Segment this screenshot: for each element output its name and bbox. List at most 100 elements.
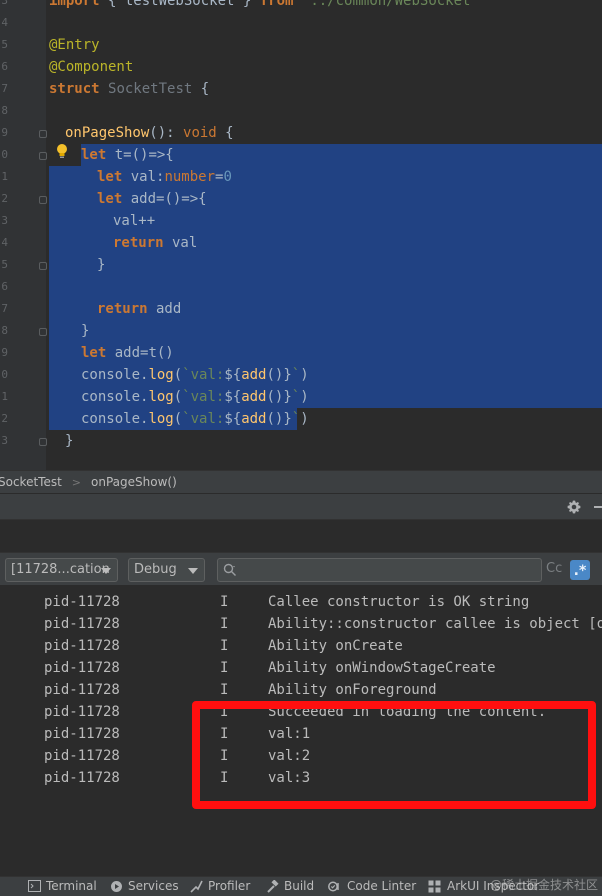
chevron-down-icon [188, 568, 198, 574]
log-row[interactable]: pid-11728 I Callee constructor is OK strin… [0, 591, 602, 613]
code-token: add=t() [106, 345, 174, 361]
line-number: 9 [1, 346, 8, 359]
code-line: return add [97, 298, 181, 320]
log-pid: pid-11728 [44, 726, 120, 742]
chevron-down-icon [101, 568, 111, 574]
log-level-dropdown[interactable]: Debug [128, 558, 205, 582]
annotation-highlight-box [192, 701, 596, 809]
profiler-tab[interactable]: Profiler [190, 879, 250, 893]
code-token: } [97, 257, 106, 273]
code-token: ` [291, 411, 301, 427]
match-case-toggle[interactable]: Cc [546, 561, 562, 576]
log-pid: pid-11728 [44, 616, 120, 632]
log-search-box[interactable] [217, 558, 542, 582]
log-pid: pid-11728 [44, 594, 120, 610]
code-token: ${ [224, 389, 242, 405]
terminal-tab[interactable]: Terminal [28, 879, 97, 893]
code-token: (): [149, 125, 184, 141]
log-row[interactable]: pid-11728 I Ability::constructor callee is… [0, 613, 602, 635]
log-message: Ability onWindowStageCreate [268, 660, 496, 676]
breadcrumb-method[interactable]: onPageShow() [87, 475, 181, 489]
build-tab-label: Build [284, 879, 315, 893]
code-token: } [81, 323, 90, 339]
breadcrumb: SocketTest > onPageShow() [0, 470, 602, 494]
line-number: 8 [1, 324, 8, 337]
code-line: } [65, 430, 73, 452]
code-editor[interactable]: 3 4 5 6 7 8 9 0 1 2 3 4 5 6 7 8 9 0 1 2 3 import { testWebSo… [0, 0, 602, 470]
profiler-tab-label: Profiler [208, 879, 251, 893]
hammer-icon [267, 879, 279, 893]
log-pid: pid-11728 [44, 638, 120, 654]
inspector-icon [428, 880, 441, 892]
code-token: add [241, 389, 267, 405]
code-token: '../common/WebSocket' [301, 0, 479, 9]
code-token: ) [300, 411, 309, 427]
code-token: log [148, 411, 174, 427]
code-token: import [49, 0, 100, 9]
fold-marker-icon[interactable] [39, 152, 47, 160]
fold-marker-icon[interactable] [39, 196, 47, 204]
code-line: import { testWebSocket } from '../common… [49, 0, 479, 12]
services-icon [111, 880, 122, 892]
code-token: let [81, 345, 107, 361]
log-row[interactable]: pid-11728 I Ability onForeground [0, 679, 602, 701]
code-token: add [241, 367, 267, 383]
code-line: console.log(`val:${add()}`) [81, 364, 309, 386]
fold-marker-icon[interactable] [39, 130, 47, 138]
log-pid: pid-11728 [44, 682, 120, 698]
code-linter-tab[interactable]: Code Linter [328, 879, 416, 893]
fold-marker-icon[interactable] [39, 438, 47, 446]
minimize-icon[interactable] [594, 506, 602, 508]
code-line: console.log(`val:${add()}`) [81, 386, 309, 408]
fold-marker-icon[interactable] [39, 262, 47, 270]
code-token: from [259, 0, 294, 9]
fold-marker-icon[interactable] [39, 328, 47, 336]
code-token: ) [300, 389, 309, 405]
log-pid: pid-11728 [44, 770, 120, 786]
code-token: void [183, 125, 217, 141]
code-linter-tab-label: Code Linter [347, 879, 417, 893]
line-number: 1 [1, 390, 8, 403]
linter-icon [328, 881, 339, 891]
line-number: 3 [1, 214, 8, 227]
code-line: let add=t() [81, 342, 174, 364]
code-token: 0 [223, 169, 232, 185]
services-tab-label: Services [128, 879, 179, 893]
log-pid: pid-11728 [44, 748, 120, 764]
line-number: 5 [1, 38, 8, 51]
code-line: let t=()=>{ [81, 144, 174, 166]
code-token: ( [173, 389, 183, 405]
code-line: let val:number=0 [97, 166, 232, 188]
code-token: ${ [224, 367, 242, 383]
code-line: val++ [113, 210, 155, 232]
code-line: @Component [49, 56, 133, 78]
code-token: let [97, 191, 123, 207]
log-row[interactable]: pid-11728 I Ability onCreate [0, 635, 602, 657]
code-token: ( [173, 367, 183, 383]
code-line: console.log(`val:${add()}`) [81, 408, 309, 430]
code-token: ) [300, 367, 309, 383]
line-number: 5 [1, 258, 8, 271]
code-token: val++ [113, 213, 156, 229]
code-line: return val [113, 232, 197, 254]
build-tab[interactable]: Build [266, 879, 314, 893]
line-number: 9 [1, 126, 8, 139]
code-token: `val: [182, 389, 225, 405]
services-tab[interactable]: Services [110, 879, 179, 893]
breadcrumb-struct[interactable]: SocketTest [0, 475, 66, 489]
log-level: I [220, 638, 229, 654]
line-number: 2 [1, 192, 8, 205]
code-token: return [97, 301, 148, 317]
log-level: I [220, 660, 229, 676]
code-token: `val: [182, 411, 225, 427]
log-search-input[interactable] [240, 561, 530, 579]
process-dropdown[interactable]: [11728...cation [5, 558, 118, 582]
code-token: SocketTest [108, 81, 193, 97]
log-row[interactable]: pid-11728 I Ability onWindowStageCreate [0, 657, 602, 679]
code-token: ` [291, 367, 301, 383]
regex-toggle[interactable]: .* [570, 560, 590, 580]
code-token: number [164, 169, 216, 185]
lightbulb-icon[interactable] [56, 143, 68, 159]
gear-icon[interactable] [566, 499, 582, 515]
log-level: I [220, 594, 229, 610]
